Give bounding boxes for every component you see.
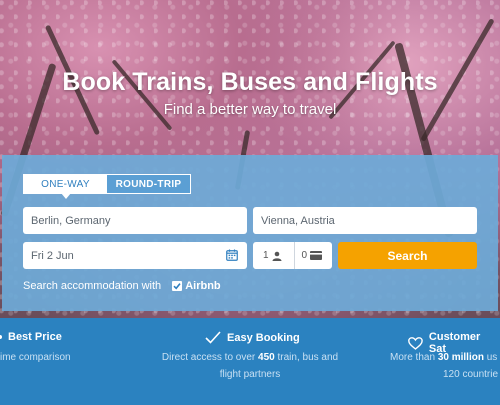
feature-best-price-text: ime comparison [0,352,71,363]
bullet-icon [0,335,2,339]
origin-input[interactable]: Berlin, Germany [23,207,247,234]
checkmark-icon [205,331,221,344]
date-value: Fri 2 Jun [31,249,74,262]
accommodation-option: Search accommodation with Airbnb [23,280,221,292]
person-icon [272,251,282,261]
hero-subtitle: Find a better way to travel [163,101,337,118]
discount-cards-control[interactable]: 0 [293,242,333,269]
passenger-selector[interactable]: 1 0 [253,242,332,269]
airbnb-label[interactable]: Airbnb [185,280,220,292]
date-input[interactable]: Fri 2 Jun [23,242,247,269]
passengers-count-control[interactable]: 1 [253,242,294,269]
feature-best-price: Best Price [0,331,62,343]
accommodation-label: Search accommodation with [23,280,162,292]
calendar-icon[interactable] [226,249,238,261]
heart-icon [408,336,423,350]
feature-best-price-title: Best Price [8,331,62,343]
feature-customer-satisfaction-text: More than 30 million us 120 countrie [390,352,499,380]
card-icon [310,251,323,260]
feature-easy-booking-title: Easy Booking [227,331,300,344]
feature-easy-booking-text: Direct access to over 450 train, bus and… [161,352,339,380]
destination-input[interactable]: Vienna, Austria [253,207,477,234]
feature-easy-booking: Easy Booking [205,331,300,344]
search-button[interactable]: Search [338,242,477,269]
hero-title: Book Trains, Buses and Flights [62,68,438,96]
trip-type-tabs: ONE-WAY ROUND-TRIP [23,174,191,194]
checkmark-icon [173,283,181,290]
tab-one-way[interactable]: ONE-WAY [24,175,107,193]
passengers-count: 1 [263,250,269,261]
airbnb-checkbox[interactable] [172,281,183,291]
discount-cards-count: 0 [301,250,308,261]
tab-round-trip[interactable]: ROUND-TRIP [107,175,190,193]
